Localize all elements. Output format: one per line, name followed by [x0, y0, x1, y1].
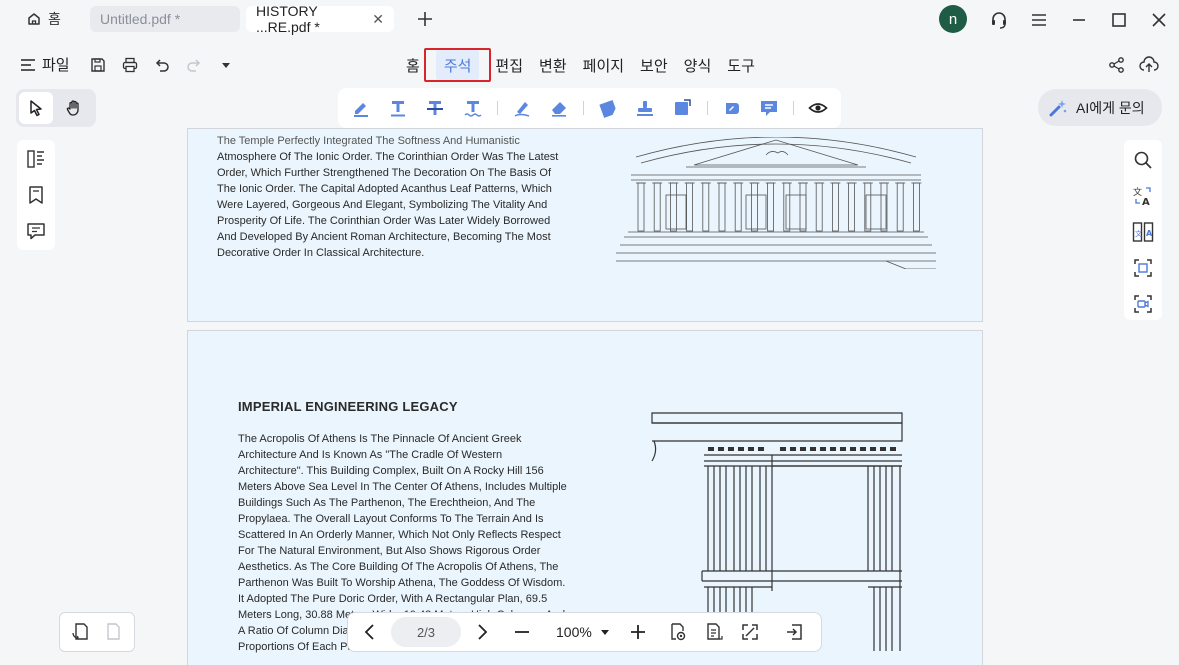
tab-label: HISTORY ...RE.pdf *	[256, 3, 320, 35]
toolbar-divider	[706, 101, 708, 115]
ask-ai-label: AI에게 문의	[1076, 99, 1145, 116]
menu-edit[interactable]: 편집	[487, 49, 531, 81]
home-icon	[26, 11, 42, 27]
fit-to-screen-icon[interactable]	[738, 620, 762, 644]
toolbar-divider	[496, 101, 498, 115]
read-mode-icon[interactable]	[666, 620, 690, 644]
hand-icon	[66, 100, 79, 116]
screen-record-icon[interactable]	[1131, 292, 1155, 316]
select-cursor-button[interactable]	[19, 92, 53, 124]
right-sidebar: 文A 文A	[1124, 140, 1162, 320]
avatar[interactable]: n	[939, 5, 967, 33]
ask-ai-button[interactable]: AI에게 문의	[1038, 89, 1162, 126]
cursor-icon	[30, 100, 42, 117]
menu-home[interactable]: 홈	[398, 49, 428, 81]
zoom-level[interactable]: 100%	[556, 624, 592, 640]
squiggly-text-icon[interactable]	[460, 94, 486, 122]
tab-history[interactable]: HISTORY ...RE.pdf * ✕	[246, 3, 394, 35]
thumbnails-icon[interactable]	[25, 148, 47, 170]
tab-untitled[interactable]: Untitled.pdf *	[90, 6, 240, 32]
menu-bar: 파일 홈 주석 편집 변환 페이지 보안 양식 도구	[0, 46, 1179, 84]
svg-text:文: 文	[1133, 186, 1142, 198]
hand-tool-button[interactable]	[57, 92, 91, 124]
menu-page[interactable]: 페이지	[575, 49, 632, 81]
menu-convert[interactable]: 변환	[531, 49, 575, 81]
cloud-upload-icon[interactable]	[1139, 55, 1159, 75]
strikethrough-text-icon[interactable]	[422, 94, 448, 122]
eye-icon[interactable]	[805, 94, 831, 122]
sticky-note-icon[interactable]	[595, 94, 621, 122]
page-navigation-bar: 2/3 100%	[347, 612, 822, 652]
svg-text:A: A	[1146, 229, 1153, 238]
minimize-icon[interactable]	[1067, 8, 1091, 32]
zoom-in-button[interactable]	[626, 620, 650, 644]
svg-text:A: A	[1142, 197, 1150, 207]
page2-heading: IMPERIAL ENGINEERING LEGACY	[238, 399, 458, 414]
translate-icon[interactable]: 文A	[1131, 184, 1155, 208]
toolbar-divider	[792, 101, 794, 115]
page-layout-icon[interactable]	[702, 620, 726, 644]
tab-label: Untitled.pdf *	[100, 11, 181, 27]
close-window-icon[interactable]	[1147, 8, 1171, 32]
pdf-page-1: The Temple Perfectly Integrated The Soft…	[187, 128, 983, 322]
menu-annotate[interactable]: 주석	[435, 49, 480, 81]
undo-icon[interactable]	[152, 55, 172, 75]
share-icon[interactable]	[1107, 55, 1127, 75]
rotate-page-icon[interactable]	[69, 620, 93, 644]
highlight-tool-icon[interactable]	[348, 94, 374, 122]
collapse-panel-icon[interactable]	[782, 620, 806, 644]
stamp-tool-icon[interactable]	[632, 94, 658, 122]
main-menu: 홈 주석 편집 변환 페이지 보안 양식 도구	[398, 46, 763, 84]
quick-access-dropdown-icon[interactable]	[216, 55, 236, 75]
title-bar: 홈 Untitled.pdf * HISTORY ...RE.pdf * ✕ n	[0, 0, 1179, 40]
signature-tool-icon[interactable]	[719, 94, 745, 122]
previous-page-button[interactable]	[358, 620, 382, 644]
home-tab-label: 홈	[48, 11, 61, 27]
left-sidebar	[17, 140, 55, 250]
add-tab-button[interactable]	[414, 6, 436, 32]
redo-icon[interactable]	[184, 55, 204, 75]
maximize-icon[interactable]	[1107, 8, 1131, 32]
toolbar-divider	[583, 101, 584, 115]
underline-text-icon[interactable]	[385, 94, 411, 122]
close-icon[interactable]: ✕	[372, 11, 384, 28]
search-icon[interactable]	[1131, 148, 1155, 172]
print-icon[interactable]	[120, 55, 140, 75]
next-page-button[interactable]	[470, 620, 494, 644]
shape-tool-icon[interactable]	[669, 94, 695, 122]
svg-text:文: 文	[1135, 229, 1142, 238]
comments-panel-icon[interactable]	[25, 220, 47, 242]
menu-form[interactable]: 양식	[676, 49, 720, 81]
file-menu-button[interactable]: 파일	[20, 54, 70, 75]
ocr-scan-icon[interactable]	[1131, 256, 1155, 280]
zoom-dropdown-icon[interactable]	[598, 620, 612, 644]
page1-body-text: The Temple Perfectly Integrated The Soft…	[217, 135, 559, 259]
select-tool-group	[16, 89, 96, 127]
ai-sparkle-icon	[1048, 98, 1068, 118]
hamburger-icon	[20, 58, 36, 72]
menu-security[interactable]: 보안	[632, 49, 676, 81]
home-tab[interactable]: 홈	[16, 6, 71, 32]
page-number-input[interactable]: 2/3	[391, 617, 461, 647]
pencil-tool-icon[interactable]	[509, 94, 535, 122]
page-turn-controls	[59, 612, 135, 652]
file-menu-label: 파일	[42, 57, 70, 74]
compare-translate-icon[interactable]: 文A	[1131, 220, 1155, 244]
menu-tools[interactable]: 도구	[719, 49, 763, 81]
headset-icon[interactable]	[987, 8, 1011, 32]
comment-list-icon[interactable]	[756, 94, 782, 122]
temple-sketch-image	[616, 137, 936, 269]
bookmark-icon[interactable]	[25, 184, 47, 206]
save-icon[interactable]	[88, 55, 108, 75]
eraser-tool-icon[interactable]	[546, 94, 572, 122]
zoom-out-button[interactable]	[510, 620, 534, 644]
annotation-toolbar	[338, 88, 841, 128]
page-icon-disabled[interactable]	[101, 620, 125, 644]
menu-icon[interactable]	[1027, 8, 1051, 32]
